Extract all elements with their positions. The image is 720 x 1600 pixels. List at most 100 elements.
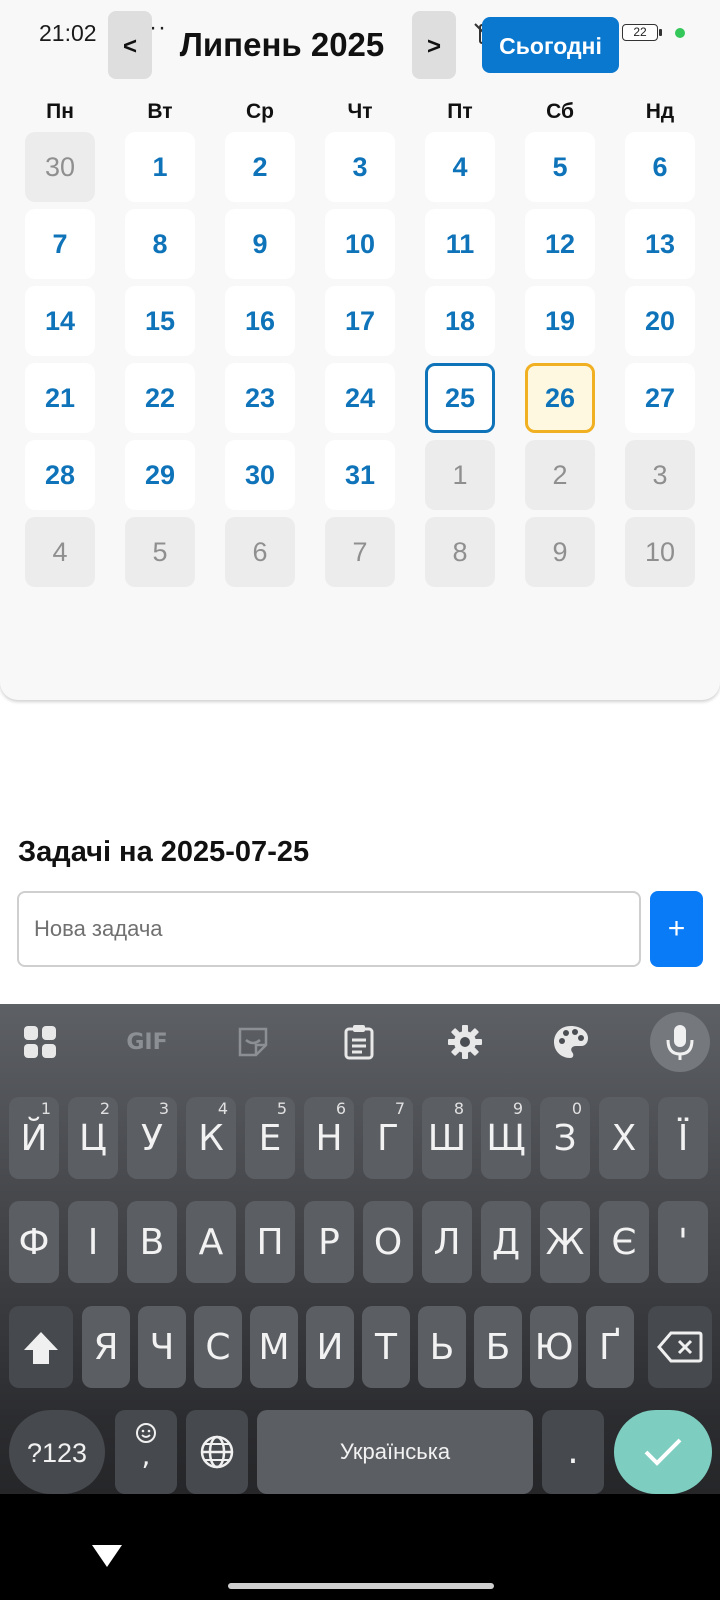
day-cell[interactable]: 3: [625, 440, 695, 510]
day-cell-today[interactable]: 26: [525, 363, 595, 433]
day-cell[interactable]: 4: [425, 132, 495, 202]
day-cell[interactable]: 5: [125, 517, 195, 587]
day-cell[interactable]: 10: [325, 209, 395, 279]
day-cell[interactable]: 30: [225, 440, 295, 510]
key-ї[interactable]: Ї: [658, 1097, 708, 1179]
day-cell[interactable]: 3: [325, 132, 395, 202]
key-ц[interactable]: Ц2: [68, 1097, 118, 1179]
key-х[interactable]: Х: [599, 1097, 649, 1179]
key-е[interactable]: Е5: [245, 1097, 295, 1179]
day-cell[interactable]: 2: [225, 132, 295, 202]
day-cell[interactable]: 20: [625, 286, 695, 356]
key-в[interactable]: В: [127, 1201, 177, 1283]
day-cell[interactable]: 1: [425, 440, 495, 510]
day-cell[interactable]: 29: [125, 440, 195, 510]
day-cell[interactable]: 21: [25, 363, 95, 433]
key-б[interactable]: Б: [474, 1306, 522, 1388]
day-cell[interactable]: 15: [125, 286, 195, 356]
space-key[interactable]: Українська: [257, 1410, 533, 1494]
emoji-comma-key[interactable]: ,: [115, 1410, 177, 1494]
key-л[interactable]: Л: [422, 1201, 472, 1283]
globe-icon: [200, 1435, 234, 1469]
language-globe-key[interactable]: [186, 1410, 248, 1494]
gif-icon[interactable]: GIF: [117, 1014, 177, 1070]
key-м[interactable]: М: [250, 1306, 298, 1388]
key-ч[interactable]: Ч: [138, 1306, 186, 1388]
day-cell[interactable]: 1: [125, 132, 195, 202]
enter-key[interactable]: [614, 1410, 712, 1494]
key-hint: 7: [394, 1099, 405, 1118]
day-cell[interactable]: 7: [325, 517, 395, 587]
shift-key[interactable]: [9, 1306, 73, 1388]
day-cell[interactable]: 8: [425, 517, 495, 587]
key-п[interactable]: П: [245, 1201, 295, 1283]
day-cell[interactable]: 27: [625, 363, 695, 433]
period-key[interactable]: .: [542, 1410, 604, 1494]
today-button[interactable]: Сьогодні: [482, 17, 619, 73]
key-ж[interactable]: Ж: [540, 1201, 590, 1283]
day-cell[interactable]: 9: [525, 517, 595, 587]
palette-icon[interactable]: [541, 1014, 601, 1070]
key-ш[interactable]: Ш8: [422, 1097, 472, 1179]
day-cell-selected[interactable]: 25: [425, 363, 495, 433]
day-cell[interactable]: 6: [225, 517, 295, 587]
day-cell[interactable]: 5: [525, 132, 595, 202]
day-cell[interactable]: 22: [125, 363, 195, 433]
day-cell[interactable]: 24: [325, 363, 395, 433]
day-cell[interactable]: 30: [25, 132, 95, 202]
key-ґ[interactable]: Ґ: [586, 1306, 634, 1388]
day-cell[interactable]: 14: [25, 286, 95, 356]
key-ф[interactable]: Ф: [9, 1201, 59, 1283]
key-т[interactable]: Т: [362, 1306, 410, 1388]
key-а[interactable]: А: [186, 1201, 236, 1283]
key-р[interactable]: Р: [304, 1201, 354, 1283]
day-cell[interactable]: 31: [325, 440, 395, 510]
key-у[interactable]: У3: [127, 1097, 177, 1179]
add-task-button[interactable]: +: [650, 891, 703, 967]
key-и[interactable]: И: [306, 1306, 354, 1388]
clipboard-icon[interactable]: [329, 1014, 389, 1070]
key-й[interactable]: Й1: [9, 1097, 59, 1179]
key-д[interactable]: Д: [481, 1201, 531, 1283]
apps-grid-icon[interactable]: [10, 1014, 70, 1070]
day-cell[interactable]: 13: [625, 209, 695, 279]
key-о[interactable]: О: [363, 1201, 413, 1283]
key-є[interactable]: Є: [599, 1201, 649, 1283]
day-cell[interactable]: 4: [25, 517, 95, 587]
next-month-button[interactable]: >: [412, 11, 456, 79]
key-'[interactable]: ': [658, 1201, 708, 1283]
key-ь[interactable]: Ь: [418, 1306, 466, 1388]
key-з[interactable]: З0: [540, 1097, 590, 1179]
day-cell[interactable]: 8: [125, 209, 195, 279]
day-cell[interactable]: 6: [625, 132, 695, 202]
new-task-input[interactable]: [17, 891, 641, 967]
day-cell[interactable]: 11: [425, 209, 495, 279]
day-cell[interactable]: 12: [525, 209, 595, 279]
day-cell[interactable]: 23: [225, 363, 295, 433]
day-cell[interactable]: 17: [325, 286, 395, 356]
home-gesture-pill[interactable]: [228, 1583, 494, 1589]
key-щ[interactable]: Щ9: [481, 1097, 531, 1179]
sticker-icon[interactable]: [223, 1014, 283, 1070]
key-н[interactable]: Н6: [304, 1097, 354, 1179]
key-с[interactable]: С: [194, 1306, 242, 1388]
prev-month-button[interactable]: <: [108, 11, 152, 79]
day-cell[interactable]: 18: [425, 286, 495, 356]
day-cell[interactable]: 16: [225, 286, 295, 356]
key-і[interactable]: І: [68, 1201, 118, 1283]
day-cell[interactable]: 28: [25, 440, 95, 510]
backspace-key[interactable]: [648, 1306, 712, 1388]
day-cell[interactable]: 10: [625, 517, 695, 587]
settings-gear-icon[interactable]: [435, 1014, 495, 1070]
day-cell[interactable]: 7: [25, 209, 95, 279]
day-cell[interactable]: 19: [525, 286, 595, 356]
microphone-icon[interactable]: [650, 1012, 710, 1072]
key-к[interactable]: К4: [186, 1097, 236, 1179]
day-cell[interactable]: 2: [525, 440, 595, 510]
key-г[interactable]: Г7: [363, 1097, 413, 1179]
day-cell[interactable]: 9: [225, 209, 295, 279]
key-я[interactable]: Я: [82, 1306, 130, 1388]
key-ю[interactable]: Ю: [530, 1306, 578, 1388]
hide-keyboard-icon[interactable]: [92, 1545, 122, 1567]
symbols-key[interactable]: ?123: [9, 1410, 105, 1494]
